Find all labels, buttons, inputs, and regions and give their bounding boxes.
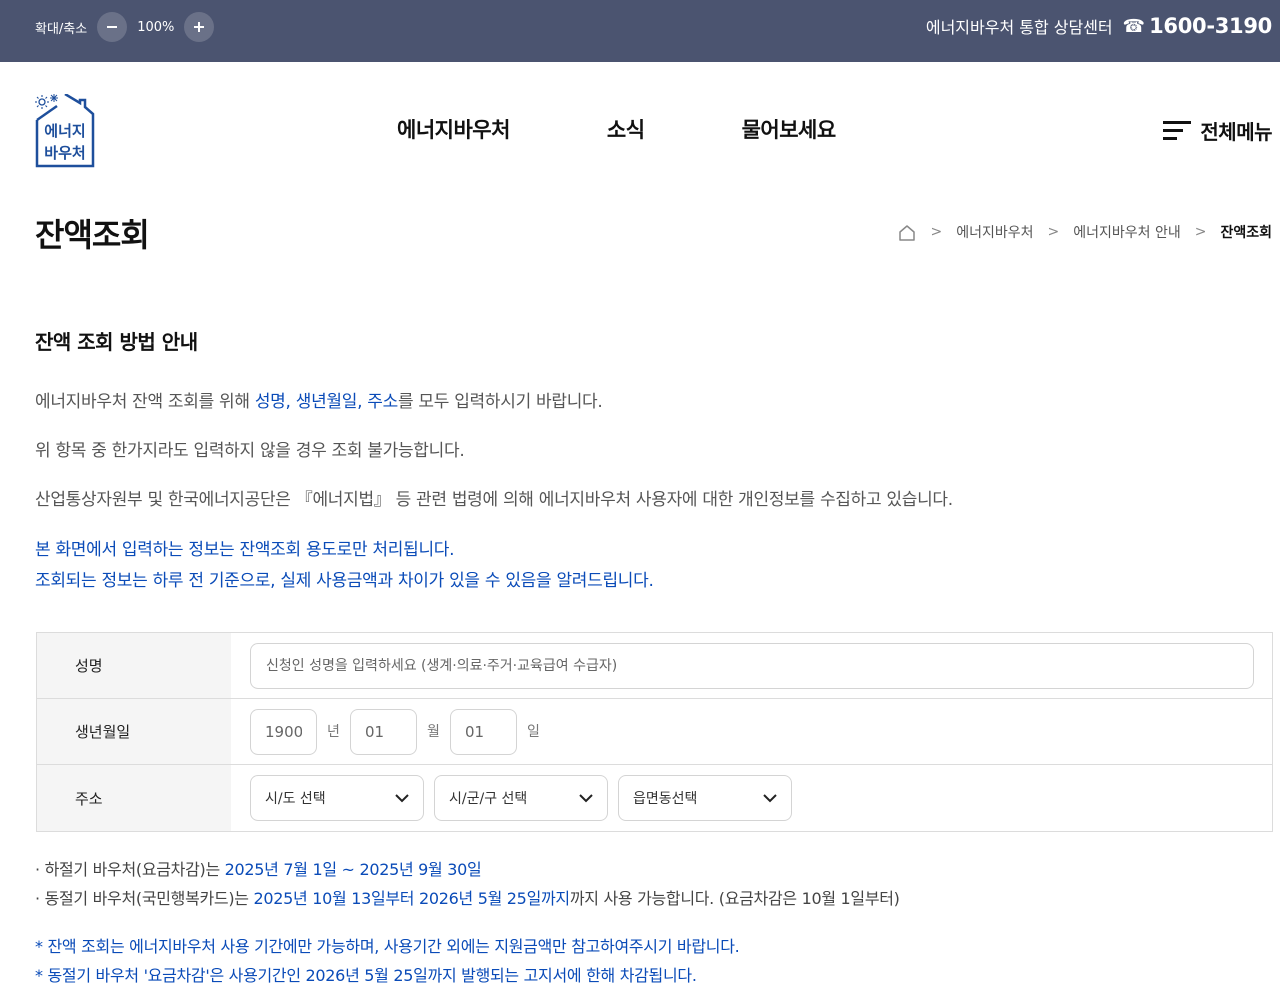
energy-voucher-logo[interactable]: 에너지 바우처	[35, 94, 97, 168]
breadcrumb-item[interactable]: 에너지바우처 안내	[1073, 222, 1181, 242]
guide-line-warning: 위 항목 중 한가지라도 입력하지 않을 경우 조회 불가능합니다.	[35, 441, 465, 461]
site-header: 에너지 바우처 에너지바우처 소식 물어보세요 전체메뉴	[0, 62, 1280, 192]
chevron-down-icon	[395, 793, 409, 802]
chevron-down-icon	[763, 793, 777, 802]
breadcrumb: > 에너지바우처 > 에너지바우처 안내 > 잔액조회	[898, 222, 1272, 242]
nav-item-energy-voucher[interactable]: 에너지바우처	[397, 114, 510, 144]
note-text: · 동절기 바우처(국민행복카드)는	[35, 889, 254, 908]
chevron-down-icon	[579, 793, 593, 802]
note-text: 까지 사용 가능합니다. (요금차감은 10월 1일부터)	[569, 889, 900, 908]
home-icon[interactable]	[898, 224, 916, 241]
main-nav: 에너지바우처 소식 물어보세요	[397, 114, 836, 144]
winter-period-highlight: 2025년 10월 13일부터 2026년 5월 25일까지	[253, 889, 571, 908]
nav-item-faq[interactable]: 물어보세요	[742, 114, 837, 144]
form-row-birth: 생년월일 년 월 일	[37, 699, 1272, 765]
note-winter-period: · 동절기 바우처(국민행복카드)는 2025년 10월 13일부터 2026년…	[35, 885, 900, 909]
birth-day-input[interactable]	[450, 709, 517, 755]
contact-center: 에너지바우처 통합 상담센터 ☎ 1600-3190	[926, 14, 1272, 38]
sido-select[interactable]: 시/도 선택	[250, 775, 424, 821]
zoom-label: 확대/축소	[35, 21, 88, 37]
sigungu-select-value: 시/군/구 선택	[449, 791, 528, 807]
summer-period-highlight: 2025년 7월 1일 ~ 2025년 9월 30일	[224, 860, 482, 879]
guide-notice-usage: 본 화면에서 입력하는 정보는 잔액조회 용도로만 처리됩니다.	[35, 540, 455, 560]
guide-line-privacy: 산업통상자원부 및 한국에너지공단은 『에너지법』 등 관련 법령에 의해 에너…	[35, 490, 953, 510]
birth-month-input[interactable]	[350, 709, 417, 755]
guide-text: 를 모두 입력하시기 바랍니다.	[397, 392, 603, 412]
logo-line1: 에너지	[44, 122, 85, 140]
guide-text: 에너지바우처 잔액 조회를 위해	[35, 392, 255, 412]
breadcrumb-current: 잔액조회	[1220, 225, 1272, 241]
note-lookup-availability: * 잔액 조회는 에너지바우처 사용 기간에만 가능하며, 사용기간 외에는 지…	[35, 937, 740, 956]
balance-lookup-form: 성명 생년월일 년 월 일 주소 시/도 선택 시/군/구 선택 읍면동선택	[36, 632, 1273, 832]
form-row-name: 성명	[37, 633, 1272, 699]
note-text: · 하절기 바우처(요금차감)는	[35, 860, 225, 879]
chevron-right-icon: >	[1194, 224, 1207, 240]
utility-bar: 확대/축소 100% 에너지바우처 통합 상담센터 ☎ 1600-3190	[0, 0, 1280, 62]
phone-icon: ☎	[1122, 15, 1146, 37]
all-menu-label: 전체메뉴	[1200, 120, 1272, 144]
zoom-in-button[interactable]	[184, 12, 215, 42]
contact-label: 에너지바우처 통합 상담센터	[925, 18, 1113, 37]
minus-icon	[107, 26, 118, 28]
address-label: 주소	[37, 765, 231, 831]
year-unit: 년	[327, 724, 340, 740]
note-bill-deduction: * 동절기 바우처 '요금차감'은 사용기간인 2026년 5월 25일까지 발…	[35, 966, 697, 985]
plus-icon	[194, 22, 205, 32]
name-label: 성명	[37, 633, 231, 698]
nav-item-news[interactable]: 소식	[607, 114, 645, 144]
eupmyeondong-select[interactable]: 읍면동선택	[618, 775, 792, 821]
note-summer-period: · 하절기 바우처(요금차감)는 2025년 7월 1일 ~ 2025년 9월 …	[35, 856, 482, 880]
zoom-control: 확대/축소 100%	[35, 11, 215, 43]
eupmyeondong-select-value: 읍면동선택	[633, 791, 698, 807]
day-unit: 일	[527, 724, 540, 740]
page-title: 잔액조회	[35, 216, 150, 254]
zoom-level: 100%	[137, 19, 175, 35]
breadcrumb-item[interactable]: 에너지바우처	[956, 222, 1033, 242]
guide-line-required: 에너지바우처 잔액 조회를 위해 성명, 생년월일, 주소를 모두 입력하시기 …	[35, 387, 603, 412]
zoom-out-button[interactable]	[97, 12, 128, 42]
birth-label: 생년월일	[37, 699, 231, 764]
birth-year-input[interactable]	[250, 709, 317, 755]
chevron-right-icon: >	[930, 224, 943, 240]
logo-line2: 바우처	[44, 144, 85, 162]
phone-number[interactable]: 1600-3190	[1149, 14, 1272, 38]
sido-select-value: 시/도 선택	[265, 791, 326, 807]
hamburger-icon	[1163, 120, 1192, 140]
name-input[interactable]	[250, 643, 1254, 689]
month-unit: 월	[427, 724, 440, 740]
required-fields-highlight: 성명, 생년월일, 주소	[254, 392, 398, 412]
form-row-address: 주소 시/도 선택 시/군/구 선택 읍면동선택	[37, 765, 1272, 831]
guide-notice-basis: 조회되는 정보는 하루 전 기준으로, 실제 사용금액과 차이가 있을 수 있음…	[35, 571, 654, 591]
guide-title: 잔액 조회 방법 안내	[35, 330, 198, 354]
all-menu-button[interactable]: 전체메뉴	[1163, 116, 1272, 145]
chevron-right-icon: >	[1047, 224, 1060, 240]
sigungu-select[interactable]: 시/군/구 선택	[434, 775, 608, 821]
